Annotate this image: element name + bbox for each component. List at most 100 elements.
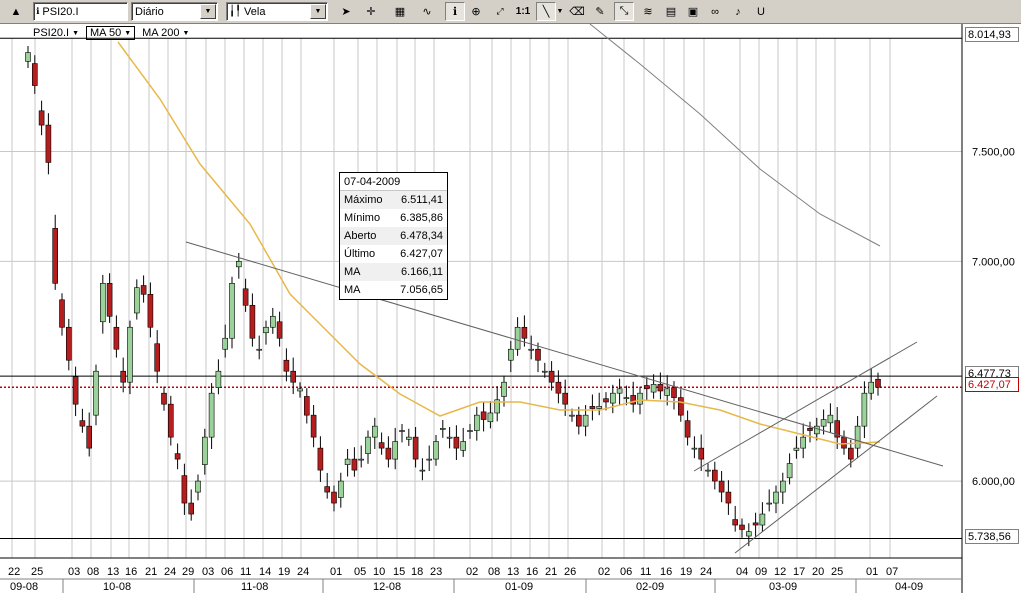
legend-symbol[interactable]: PSI20.I ▼ bbox=[30, 27, 82, 39]
magnet-icon[interactable]: U bbox=[751, 2, 771, 21]
candle-body bbox=[52, 228, 59, 284]
candle-body bbox=[766, 502, 773, 505]
candle-body bbox=[419, 469, 426, 472]
chevron-down-icon[interactable]: ▼ bbox=[182, 30, 189, 37]
x-day-label: 18 bbox=[411, 566, 423, 578]
chevron-down-icon[interactable]: ▼ bbox=[200, 4, 216, 19]
candle-body bbox=[256, 348, 263, 351]
candle-body bbox=[351, 458, 358, 471]
interval-select[interactable]: Diário ▼ bbox=[131, 2, 218, 21]
x-day-label: 24 bbox=[164, 566, 176, 578]
tooltip-row: MA 7.056,65 bbox=[340, 281, 447, 299]
candle-body bbox=[405, 436, 412, 440]
link-icon[interactable]: ∞ bbox=[705, 2, 725, 21]
legend-ma200[interactable]: MA 200 ▼ bbox=[139, 27, 192, 39]
candle-body bbox=[276, 321, 283, 339]
candle-body bbox=[222, 337, 228, 350]
candle-body bbox=[331, 491, 337, 504]
x-day-label: 16 bbox=[125, 566, 137, 578]
candle-body bbox=[66, 326, 72, 361]
candle-body bbox=[596, 406, 603, 409]
zoom-icon[interactable]: ⊕ bbox=[466, 2, 486, 21]
ma200-line bbox=[589, 24, 881, 247]
candle-body bbox=[215, 370, 222, 388]
tooltip-row-label: Mínimo bbox=[344, 212, 381, 224]
candle-body bbox=[263, 326, 269, 334]
eraser-icon[interactable]: ⌫ bbox=[567, 2, 587, 21]
candle-body bbox=[229, 283, 235, 339]
zoom-reset-icon[interactable]: ⤢ bbox=[490, 2, 510, 21]
chevron-down-icon[interactable]: ▼ bbox=[124, 30, 131, 37]
candle-body bbox=[378, 442, 385, 449]
indicator-wave-icon[interactable]: ∿ bbox=[417, 2, 437, 21]
scroll-up-icon[interactable]: ▲ bbox=[6, 2, 26, 21]
info-icon[interactable]: ℹ bbox=[445, 2, 465, 21]
candle-body bbox=[487, 412, 494, 423]
x-day-label: 10 bbox=[373, 566, 385, 578]
candle-body bbox=[875, 378, 881, 388]
price-label-close: 6.427,07 bbox=[965, 377, 1019, 392]
compare-icon[interactable]: ≋ bbox=[638, 2, 658, 21]
symbol-input[interactable]: ℹ PSI20.I bbox=[33, 2, 128, 21]
candle-body bbox=[575, 414, 582, 427]
candle-body bbox=[650, 384, 657, 393]
tooltip-row-label: Aberto bbox=[344, 230, 377, 242]
x-month-label: 04-09 bbox=[895, 581, 923, 593]
image-icon[interactable]: ▣ bbox=[683, 2, 703, 21]
cursor-arrow-icon[interactable]: ➤ bbox=[336, 2, 356, 21]
x-month-label: 01-09 bbox=[505, 581, 533, 593]
trendline-icon[interactable]: ╲ bbox=[536, 2, 556, 21]
candle-body bbox=[813, 425, 820, 435]
candle-body bbox=[745, 531, 752, 537]
toolbar: ▲ ℹ PSI20.I Diário ▼ ╽╿ Vela ▼ ➤ ✛ ▦ ∿ ℹ… bbox=[0, 0, 1021, 24]
legend: PSI20.I ▼ MA 50 ▼ MA 200 ▼ bbox=[30, 26, 192, 40]
candle-body bbox=[385, 447, 392, 460]
candle-body bbox=[269, 315, 276, 328]
candle-body bbox=[38, 110, 45, 126]
candle-body bbox=[79, 420, 86, 427]
x-month-label: 02-09 bbox=[636, 581, 664, 593]
x-month-label: 11-08 bbox=[241, 581, 268, 593]
price-label-bottom: 5.738,56 bbox=[965, 529, 1019, 544]
candle-body bbox=[698, 447, 705, 460]
autoscale-icon[interactable]: ⤡ bbox=[614, 2, 634, 21]
grid-icon[interactable]: ▦ bbox=[390, 2, 410, 21]
price-chart[interactable]: 7.500,00 7.000,00 6.000,00 22 25 03 08 13 16 21 24… bbox=[0, 24, 1021, 593]
crosshair-icon[interactable]: ✛ bbox=[361, 2, 381, 21]
zoom-1to1-button[interactable]: 1:1 bbox=[513, 2, 533, 21]
chevron-down-icon[interactable]: ▼ bbox=[555, 2, 565, 21]
table-icon[interactable]: ▤ bbox=[661, 2, 681, 21]
legend-ma50[interactable]: MA 50 ▼ bbox=[86, 26, 136, 40]
data-tooltip: 07-04-2009 Máximo 6.511,41 Mínimo 6.385,86 A… bbox=[339, 172, 448, 300]
legend-ma200-label: MA 200 bbox=[142, 27, 180, 39]
candle-body bbox=[303, 396, 310, 416]
y-tick-label: 7.500,00 bbox=[972, 146, 1015, 158]
x-day-label: 11 bbox=[240, 566, 251, 578]
symbol-value: PSI20.I bbox=[42, 5, 79, 18]
x-day-label: 06 bbox=[221, 566, 233, 578]
chevron-down-icon[interactable]: ▼ bbox=[72, 30, 79, 37]
candle-body bbox=[582, 414, 589, 427]
candle-body bbox=[100, 283, 106, 323]
candle-body bbox=[45, 124, 52, 163]
candle-body bbox=[154, 343, 160, 372]
x-day-label: 13 bbox=[507, 566, 519, 578]
chevron-down-icon[interactable]: ▼ bbox=[310, 4, 326, 19]
chart-style-select[interactable]: ╽╿ Vela ▼ bbox=[226, 2, 328, 21]
tooltip-row-label: Máximo bbox=[344, 194, 383, 206]
legend-ma50-label: MA 50 bbox=[90, 27, 122, 39]
y-tick-label: 6.000,00 bbox=[972, 476, 1015, 488]
bell-icon[interactable]: ♪ bbox=[728, 2, 748, 21]
candle-body bbox=[507, 348, 514, 361]
candle-body bbox=[569, 414, 575, 417]
tooltip-row: MA 6.166,11 bbox=[340, 263, 447, 281]
chart-area[interactable]: 7.500,00 7.000,00 6.000,00 22 25 03 08 13 16 21 24… bbox=[0, 24, 1021, 593]
x-day-label: 17 bbox=[793, 566, 805, 578]
candle-body bbox=[181, 475, 188, 504]
candle-body bbox=[752, 522, 759, 526]
tooltip-row-value: 6.385,86 bbox=[400, 212, 443, 224]
erase-all-icon[interactable]: ✎ bbox=[590, 2, 610, 21]
candle-body bbox=[344, 458, 351, 465]
candle-body bbox=[657, 384, 664, 392]
x-day-label: 21 bbox=[545, 566, 557, 578]
